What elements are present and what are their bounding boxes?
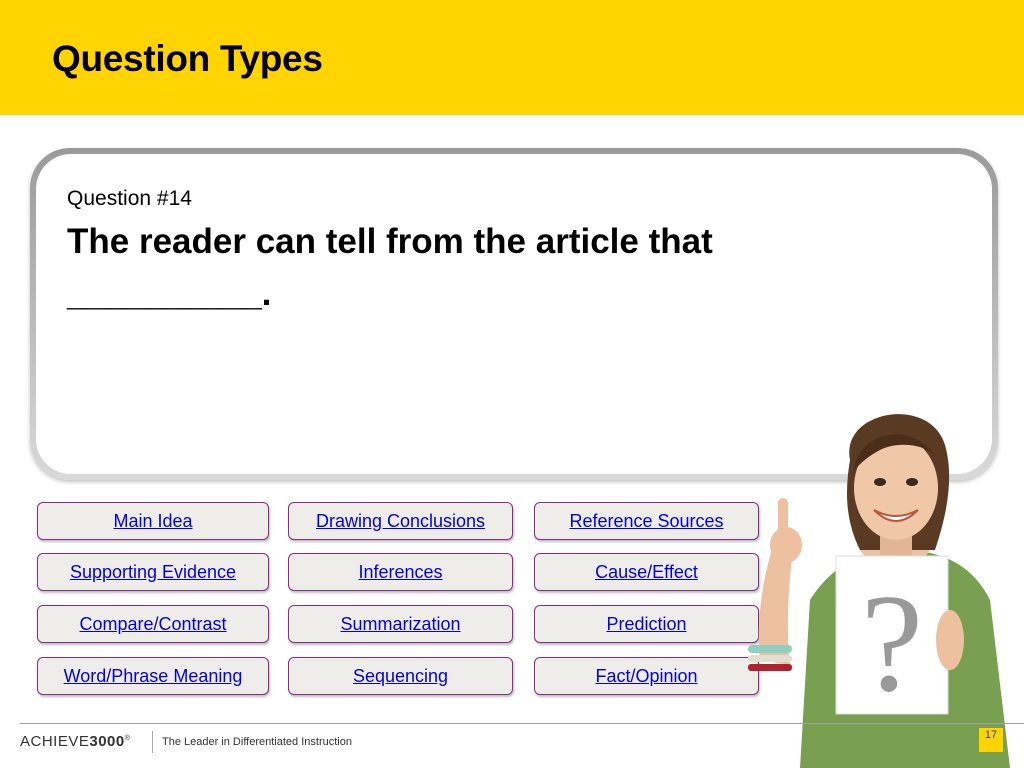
- page-number: 17: [979, 728, 1003, 752]
- reference-sources-button[interactable]: Reference Sources: [534, 502, 759, 540]
- main-idea-button[interactable]: Main Idea: [37, 502, 269, 540]
- word-phrase-meaning-button[interactable]: Word/Phrase Meaning: [37, 657, 269, 695]
- logo-divider: [152, 731, 153, 753]
- fact-opinion-button[interactable]: Fact/Opinion: [534, 657, 759, 695]
- question-text: The reader can tell from the article tha…: [67, 222, 713, 313]
- compare-contrast-button[interactable]: Compare/Contrast: [37, 605, 269, 643]
- achieve3000-logo: ACHIEVE3000®: [20, 733, 131, 750]
- footer-divider: [20, 723, 1024, 724]
- page-title: Question Types: [52, 38, 323, 79]
- summarization-button[interactable]: Summarization: [288, 605, 513, 643]
- prediction-button[interactable]: Prediction: [534, 605, 759, 643]
- drawing-conclusions-button[interactable]: Drawing Conclusions: [288, 502, 513, 540]
- question-number: Question #14: [67, 187, 192, 210]
- header-bar: Question Types: [0, 0, 1024, 115]
- girl-holding-question-sign-image: ?: [748, 414, 1010, 768]
- sequencing-button[interactable]: Sequencing: [288, 657, 513, 695]
- tagline: The Leader in Differentiated Instruction: [162, 736, 352, 748]
- supporting-evidence-button[interactable]: Supporting Evidence: [37, 553, 269, 591]
- question-mark-glyph: ?: [861, 566, 923, 721]
- inferences-button[interactable]: Inferences: [288, 553, 513, 591]
- cause-effect-button[interactable]: Cause/Effect: [534, 553, 759, 591]
